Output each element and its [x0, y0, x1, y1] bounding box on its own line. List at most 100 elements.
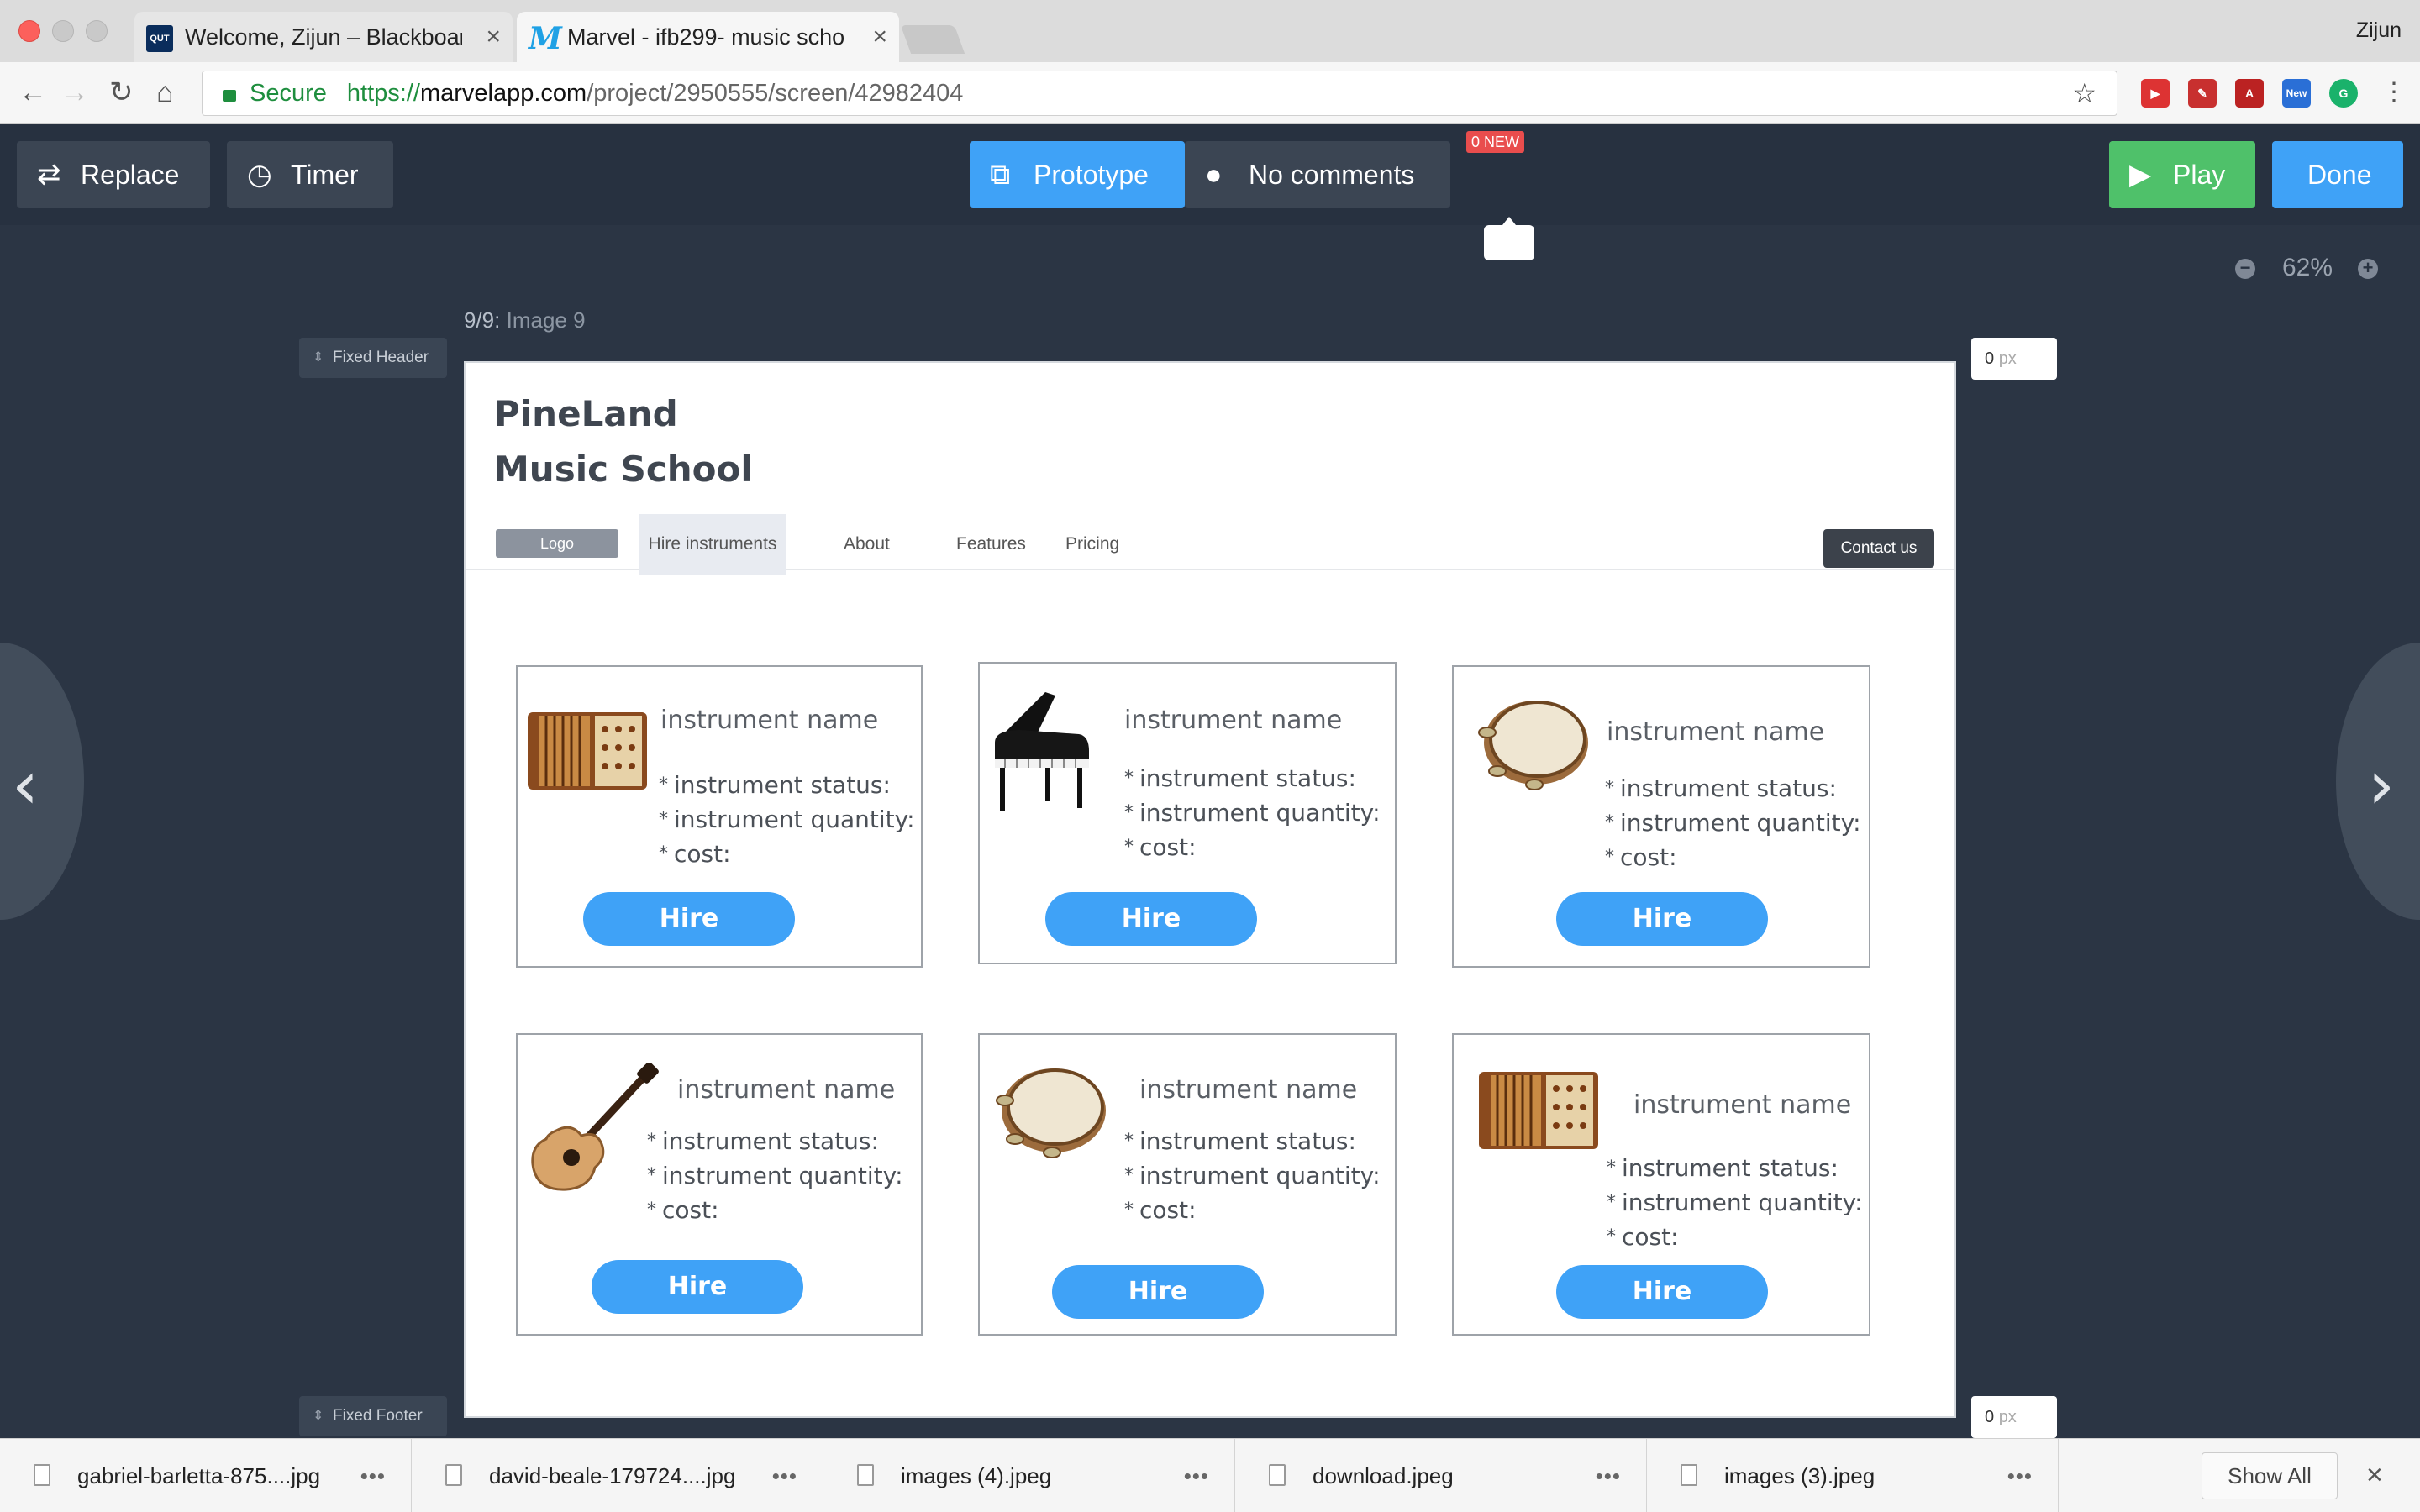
fixed-footer-handle[interactable]: ⇕ Fixed Footer	[299, 1396, 447, 1436]
replace-label: Replace	[81, 160, 180, 190]
grammarly-icon[interactable]: G	[2329, 79, 2358, 108]
done-button[interactable]: Done	[2272, 141, 2403, 208]
more-options-icon[interactable]: •••	[1184, 1439, 1209, 1512]
lock-icon	[223, 90, 236, 102]
back-arrow-icon[interactable]: ←	[18, 77, 47, 108]
window-zoom-button[interactable]	[86, 20, 108, 42]
download-item[interactable]: gabriel-barletta-875....jpg •••	[0, 1439, 412, 1512]
comment-pin-icon[interactable]	[1484, 217, 1534, 260]
tambourine-icon	[996, 1068, 1106, 1158]
show-all-button[interactable]: Show All	[2202, 1452, 2338, 1499]
tab-blackboard[interactable]: QUT Welcome, Zijun – Blackboard L ×	[134, 12, 513, 62]
close-icon[interactable]: ×	[2366, 1459, 2383, 1492]
forward-arrow-icon[interactable]: →	[60, 77, 89, 108]
instrument-status: instrument status:	[659, 768, 915, 802]
extension-new-icon[interactable]: New	[2282, 79, 2311, 108]
hire-button[interactable]: Hire	[1052, 1265, 1264, 1319]
screen-name: Image 9	[506, 307, 586, 333]
download-item[interactable]: download.jpeg •••	[1235, 1439, 1647, 1512]
nav-features[interactable]: Features	[956, 514, 1026, 575]
instrument-quantity: instrument quantity:	[1605, 806, 1861, 840]
instrument-name: instrument name	[1124, 706, 1343, 735]
instrument-specs: instrument status: instrument quantity: …	[1124, 761, 1381, 864]
more-options-icon[interactable]: •••	[360, 1439, 386, 1512]
play-icon: ▶	[2129, 159, 2152, 191]
comments-button[interactable]: ● No comments	[1185, 141, 1450, 208]
instrument-card: instrument name instrument status: instr…	[516, 1033, 923, 1336]
nav-pricing[interactable]: Pricing	[1065, 514, 1119, 575]
hire-button[interactable]: Hire	[583, 892, 795, 946]
site-title-line1: PineLand	[494, 393, 678, 434]
header-height-input[interactable]: 0 px	[1971, 338, 2057, 380]
instrument-quantity: instrument quantity:	[1607, 1185, 1863, 1220]
extension-pen-icon[interactable]: ✎	[2188, 79, 2217, 108]
px-unit: px	[1998, 1408, 2017, 1426]
tab-marvel[interactable]: M Marvel - ifb299- music school ×	[517, 12, 899, 62]
close-icon[interactable]: ×	[486, 12, 501, 62]
accordion-icon	[1479, 1072, 1598, 1149]
hire-button[interactable]: Hire	[1556, 892, 1768, 946]
download-item[interactable]: images (3).jpeg •••	[1647, 1439, 2059, 1512]
px-unit: px	[1998, 349, 2017, 368]
swap-arrows-icon: ⇄	[37, 159, 61, 191]
instrument-quantity: instrument quantity:	[1124, 1158, 1381, 1193]
nav-about[interactable]: About	[844, 514, 890, 575]
timer-label: Timer	[291, 160, 359, 190]
acrobat-icon[interactable]: A	[2235, 79, 2264, 108]
tambourine-icon	[1478, 701, 1588, 790]
zoom-in-button[interactable]: +	[2358, 252, 2378, 281]
site-title: PineLand Music School	[494, 386, 753, 497]
prototype-button[interactable]: ⧉ Prototype	[970, 141, 1185, 208]
window-minimize-button[interactable]	[52, 20, 74, 42]
stopwatch-icon: ◷	[247, 159, 272, 191]
new-tab-button[interactable]	[900, 25, 965, 54]
tab-title: Welcome, Zijun – Blackboard L	[185, 24, 462, 50]
secure-label: Secure	[250, 80, 327, 107]
window-close-button[interactable]	[18, 20, 40, 42]
file-icon	[445, 1464, 462, 1486]
play-button[interactable]: ▶ Play	[2109, 141, 2255, 208]
home-icon[interactable]: ⌂	[156, 77, 174, 108]
profile-name[interactable]: Zijun	[2356, 18, 2402, 43]
instrument-status: instrument status:	[1605, 771, 1861, 806]
hire-button[interactable]: Hire	[1045, 892, 1257, 946]
file-icon	[34, 1464, 50, 1486]
hire-button[interactable]: Hire	[1556, 1265, 1768, 1319]
footer-height-input[interactable]: 0 px	[1971, 1396, 2057, 1438]
close-icon[interactable]: ×	[872, 12, 887, 62]
nav-hire-instruments[interactable]: Hire instruments	[639, 514, 786, 575]
instrument-card: instrument name instrument status: instr…	[516, 665, 923, 968]
reload-icon[interactable]: ↻	[109, 77, 134, 108]
screen-index: 9/9:	[464, 307, 501, 333]
instrument-card: instrument name instrument status: instr…	[978, 1033, 1397, 1336]
plus-icon: +	[2358, 259, 2378, 279]
url-input[interactable]: Secure https://marvelapp.com/project/2950…	[202, 71, 2118, 116]
hire-button[interactable]: Hire	[592, 1260, 803, 1314]
contact-us-button[interactable]: Contact us	[1823, 529, 1934, 568]
instrument-cost: cost:	[1124, 830, 1381, 864]
more-options-icon[interactable]: •••	[772, 1439, 797, 1512]
screen-label: 9/9: Image 9	[464, 307, 586, 333]
replace-button[interactable]: ⇄ Replace	[17, 141, 210, 208]
fixed-header-label: Fixed Header	[333, 349, 429, 366]
instrument-quantity: instrument quantity:	[1124, 795, 1381, 830]
logo-placeholder[interactable]: Logo	[496, 529, 618, 558]
instrument-cost: cost:	[1605, 840, 1861, 874]
zoom-out-button[interactable]: −	[2235, 252, 2255, 281]
download-item[interactable]: images (4).jpeg •••	[823, 1439, 1235, 1512]
drag-arrows-icon: ⇕	[313, 350, 324, 365]
extension-red-icon[interactable]: ▶	[2141, 79, 2170, 108]
bookmark-star-icon[interactable]: ☆	[2072, 71, 2096, 115]
download-item[interactable]: david-beale-179724....jpg •••	[412, 1439, 823, 1512]
instrument-cost: cost:	[1124, 1193, 1381, 1227]
guitar-icon	[531, 1063, 659, 1191]
more-options-icon[interactable]: •••	[2007, 1439, 2033, 1512]
fixed-header-handle[interactable]: ⇕ Fixed Header	[299, 338, 447, 378]
instrument-name: instrument name	[1139, 1075, 1358, 1105]
header-px-value: 0	[1985, 349, 1995, 368]
more-options-icon[interactable]: •••	[1596, 1439, 1621, 1512]
instrument-card: instrument name instrument status: instr…	[1452, 665, 1870, 968]
speech-bubble-icon: ●	[1205, 159, 1223, 191]
timer-button[interactable]: ◷ Timer	[227, 141, 393, 208]
browser-menu-icon[interactable]: ⋮	[2381, 77, 2407, 108]
